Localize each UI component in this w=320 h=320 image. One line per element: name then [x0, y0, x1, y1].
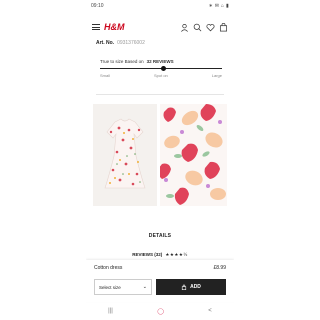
brand-logo[interactable]: H&M: [104, 22, 125, 32]
fit-scale: [100, 66, 222, 71]
app-header: H&M: [86, 17, 234, 37]
fit-labels: Small Spot on Large: [100, 73, 222, 78]
fit-title: True to size Based on 32 REVIEWS: [100, 59, 226, 64]
add-button-label: ADD: [190, 284, 201, 290]
details-heading[interactable]: DETAILS: [86, 233, 234, 239]
size-select[interactable]: Select size ⌄: [94, 279, 152, 295]
article-label: Art. No.: [96, 40, 115, 46]
fit-review-count: 32 REVIEWS: [146, 59, 174, 64]
status-time: 09:10: [91, 3, 104, 9]
fit-indicator: True to size Based on 32 REVIEWS Small Sp…: [100, 59, 226, 78]
fit-label-small: Small: [100, 73, 111, 78]
reviews-label: REVIEWS (32): [132, 252, 163, 257]
status-icons: ∗ ✉ ⌂ ▮: [208, 3, 229, 9]
back-icon[interactable]: <: [208, 308, 212, 314]
system-nav-bar: ||| ◯ <: [86, 304, 234, 318]
fit-marker: [160, 66, 166, 71]
fit-label-large: Large: [211, 73, 222, 78]
menu-icon[interactable]: [92, 24, 100, 30]
fit-title-text: True to size Based on: [100, 59, 144, 64]
lock-icon: [181, 284, 187, 290]
search-icon[interactable]: [193, 23, 202, 32]
product-row: Cotton dress £8.99: [94, 265, 226, 271]
product-price: £8.99: [213, 265, 226, 271]
recent-apps-icon[interactable]: |||: [108, 308, 113, 314]
add-to-bag-button[interactable]: ADD: [156, 279, 226, 295]
fit-label-spot-on: Spot on: [153, 73, 168, 78]
status-bar: 09:10 ∗ ✉ ⌂ ▮: [86, 0, 234, 12]
article-value: 0931376002: [117, 40, 145, 46]
product-image-dress[interactable]: [93, 104, 157, 206]
product-images: [93, 104, 227, 206]
bag-icon[interactable]: [219, 22, 228, 32]
purchase-bar: Cotton dress £8.99 Select size ⌄ ADD: [86, 260, 234, 302]
divider: [96, 94, 224, 95]
heart-icon[interactable]: [206, 23, 215, 32]
product-image-pattern[interactable]: [160, 104, 227, 206]
chevron-down-icon: ⌄: [142, 284, 147, 290]
product-name: Cotton dress: [94, 265, 123, 271]
reviews-summary[interactable]: REVIEWS (32) ★★★★½: [86, 252, 234, 258]
header-icons: [180, 22, 228, 32]
phone-screen: 09:10 ∗ ✉ ⌂ ▮ H&M Art. No. 0931376002 Tru…: [86, 0, 234, 320]
size-select-label: Select size: [99, 284, 121, 290]
rating-stars: ★★★★½: [165, 252, 188, 257]
profile-icon[interactable]: [180, 23, 189, 32]
article-number: Art. No. 0931376002: [96, 40, 145, 46]
home-icon[interactable]: ◯: [157, 308, 164, 315]
